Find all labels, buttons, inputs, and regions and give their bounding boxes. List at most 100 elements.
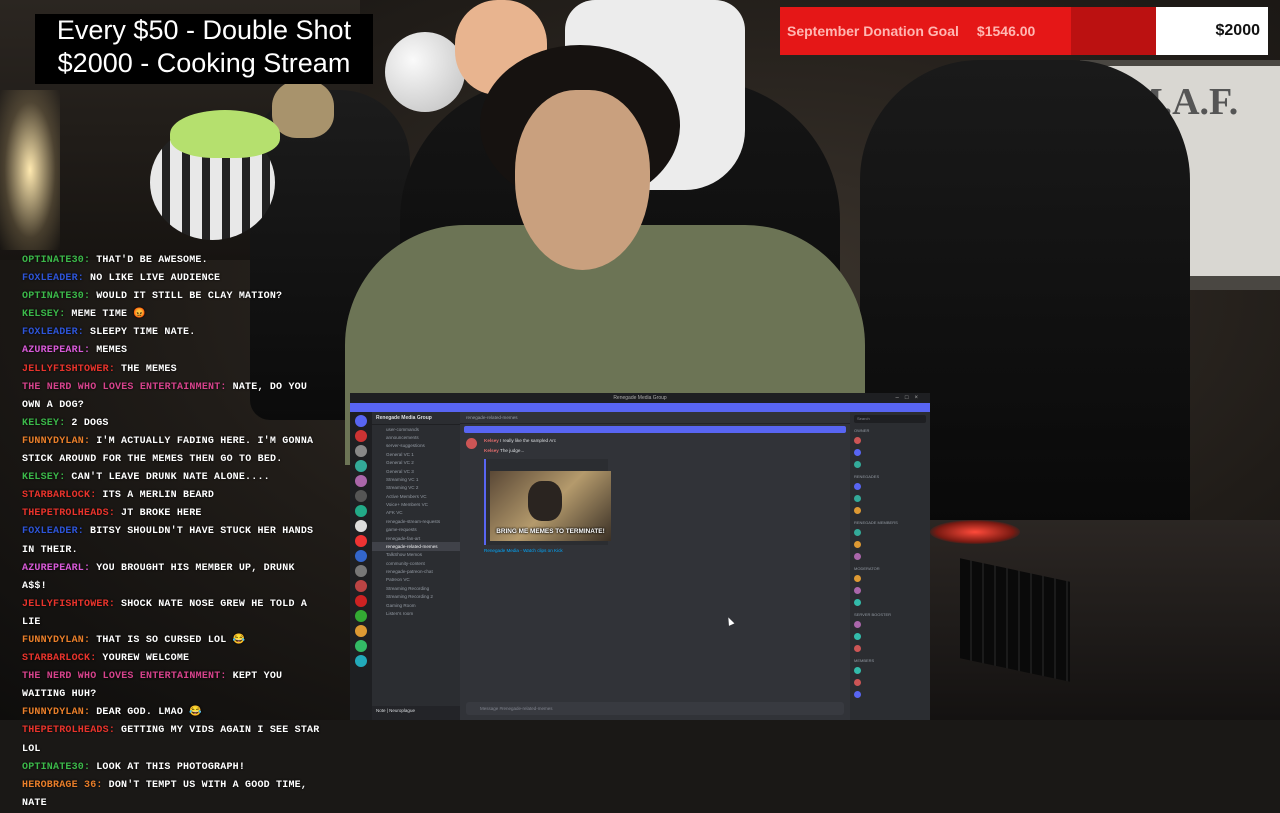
- chat-text: MEME TIME 😡: [71, 309, 147, 321]
- chat-pane[interactable]: renegade-related-memes Kelsey I really l…: [460, 412, 850, 720]
- server-icon[interactable]: [355, 460, 367, 472]
- member-item[interactable]: [854, 539, 926, 549]
- notice-bar: [350, 403, 930, 412]
- channel-list[interactable]: user-commands announcements server-suggest…: [372, 425, 460, 618]
- user-panel[interactable]: Note | Neuroplague: [372, 706, 460, 720]
- server-icon[interactable]: [355, 475, 367, 487]
- member-item[interactable]: [854, 665, 926, 675]
- member-item[interactable]: [854, 597, 926, 607]
- member-item[interactable]: [854, 631, 926, 641]
- channel-item[interactable]: Streaming VC 1: [372, 475, 460, 483]
- member-item[interactable]: [854, 677, 926, 687]
- channel-item[interactable]: renegade-stream-requests: [372, 517, 460, 525]
- member-groups[interactable]: Owner Renegades Renegade Members Moderator S…: [850, 428, 930, 699]
- channel-item[interactable]: Streaming VC 2: [372, 484, 460, 492]
- channel-item[interactable]: user-commands: [372, 425, 460, 433]
- member-item[interactable]: [854, 585, 926, 595]
- channel-item[interactable]: General VC 1: [372, 450, 460, 458]
- guild-name[interactable]: Renegade Media Group: [372, 412, 460, 425]
- channel-item[interactable]: Streaming Recording: [372, 584, 460, 592]
- server-icon[interactable]: [355, 445, 367, 457]
- member-item[interactable]: [854, 551, 926, 561]
- role-header: Renegades: [854, 474, 880, 479]
- chat-message: FUNNYDYLAN: I'M ACTUALLY FADING HERE. I'M…: [22, 433, 322, 469]
- chat-username: FUNNYDYLAN:: [22, 435, 91, 447]
- server-icon[interactable]: [355, 505, 367, 517]
- chat-username: STARBARLOCK:: [22, 490, 97, 502]
- video-embed[interactable]: BRING ME MEMES TO TERMINATE!: [484, 459, 611, 545]
- chat-text: NO LIKE LIVE AUDIENCE: [90, 273, 221, 285]
- message-author[interactable]: Kelsey: [484, 438, 499, 443]
- member-avatar: [854, 460, 861, 468]
- channel-item[interactable]: server-suggestions: [372, 442, 460, 450]
- server-icon[interactable]: [355, 565, 367, 577]
- home-icon[interactable]: [355, 415, 367, 427]
- window-controls[interactable]: –□×: [896, 393, 924, 403]
- member-item[interactable]: [854, 493, 926, 503]
- channel-item[interactable]: TalkShow Memos: [372, 551, 460, 559]
- server-icon[interactable]: [355, 595, 367, 607]
- channel-item[interactable]: game-requests: [372, 526, 460, 534]
- channel-item[interactable]: AFK VC: [372, 509, 460, 517]
- member-item[interactable]: [854, 447, 926, 457]
- chat-message: KELSEY: MEME TIME 😡: [22, 306, 322, 324]
- member-item[interactable]: [854, 459, 926, 469]
- green-plush-hair: [170, 110, 280, 158]
- white-helmet: [385, 32, 465, 112]
- embed-image[interactable]: BRING ME MEMES TO TERMINATE!: [490, 471, 611, 541]
- channel-sidebar[interactable]: Renegade Media Group user-commands announ…: [372, 412, 460, 720]
- member-item[interactable]: [854, 481, 926, 491]
- server-icon[interactable]: [355, 610, 367, 622]
- chat-text: 2 DOGS: [71, 417, 109, 429]
- member-item[interactable]: [854, 527, 926, 537]
- server-icon[interactable]: [355, 550, 367, 562]
- member-item[interactable]: [854, 689, 926, 699]
- embed-source-link[interactable]: Renegade Media - Watch clips on Kick: [484, 548, 844, 553]
- channel-item[interactable]: Gaming Room: [372, 601, 460, 609]
- channel-item[interactable]: renegade-related-memes: [372, 542, 460, 551]
- server-icon[interactable]: [355, 430, 367, 442]
- window-titlebar[interactable]: Renegade Media Group –□×: [350, 393, 930, 403]
- channel-item[interactable]: Active Members VC: [372, 492, 460, 500]
- channel-item[interactable]: announcements: [372, 433, 460, 441]
- goal-target: $2000: [1156, 7, 1268, 55]
- server-icon[interactable]: [355, 625, 367, 637]
- member-item[interactable]: [854, 643, 926, 653]
- search-input[interactable]: Search: [854, 415, 926, 423]
- member-avatar: [854, 598, 861, 606]
- member-item[interactable]: [854, 619, 926, 629]
- role-header: Owner: [854, 428, 870, 433]
- chat-username: THEPETROLHEADS:: [22, 725, 116, 737]
- goal-track: September Donation Goal $1546.00: [780, 7, 1156, 55]
- server-icon[interactable]: [355, 580, 367, 592]
- channel-item[interactable]: Voice+ Members VC: [372, 500, 460, 508]
- member-item[interactable]: [854, 505, 926, 515]
- message-input[interactable]: Message #renegade-related-memes: [466, 702, 844, 715]
- discord-window[interactable]: Renegade Media Group –□× Renegade Media …: [350, 393, 930, 720]
- member-avatar: [854, 690, 861, 698]
- chat-text: CAN'T LEAVE DRUNK NATE ALONE....: [71, 472, 270, 484]
- channel-item[interactable]: community-content: [372, 559, 460, 567]
- server-icon[interactable]: [355, 520, 367, 532]
- member-item[interactable]: [854, 435, 926, 445]
- channel-item[interactable]: renegade-fan-art: [372, 534, 460, 542]
- channel-item[interactable]: Streaming Recording 2: [372, 593, 460, 601]
- server-icon[interactable]: [355, 490, 367, 502]
- message-author[interactable]: Kelsey: [484, 448, 499, 453]
- server-icon[interactable]: [355, 640, 367, 652]
- channel-item[interactable]: General VC 3: [372, 467, 460, 475]
- channel-item[interactable]: Patreon VC: [372, 576, 460, 584]
- chat-username: KELSEY:: [22, 472, 66, 484]
- server-icon[interactable]: [355, 655, 367, 667]
- new-messages-bar[interactable]: [464, 426, 846, 433]
- channel-item[interactable]: General VC 2: [372, 459, 460, 467]
- server-icon[interactable]: [355, 535, 367, 547]
- chat-username: KELSEY:: [22, 309, 66, 321]
- chat-username: KELSEY:: [22, 417, 66, 429]
- message: Kelsey The judge...: [460, 445, 850, 455]
- member-item[interactable]: [854, 573, 926, 583]
- server-list[interactable]: [350, 412, 372, 720]
- member-list[interactable]: Search Owner Renegades Renegade Members Mod…: [850, 412, 930, 720]
- channel-item[interactable]: renegade-patreon-chat: [372, 567, 460, 575]
- channel-item[interactable]: Listen's room: [372, 609, 460, 617]
